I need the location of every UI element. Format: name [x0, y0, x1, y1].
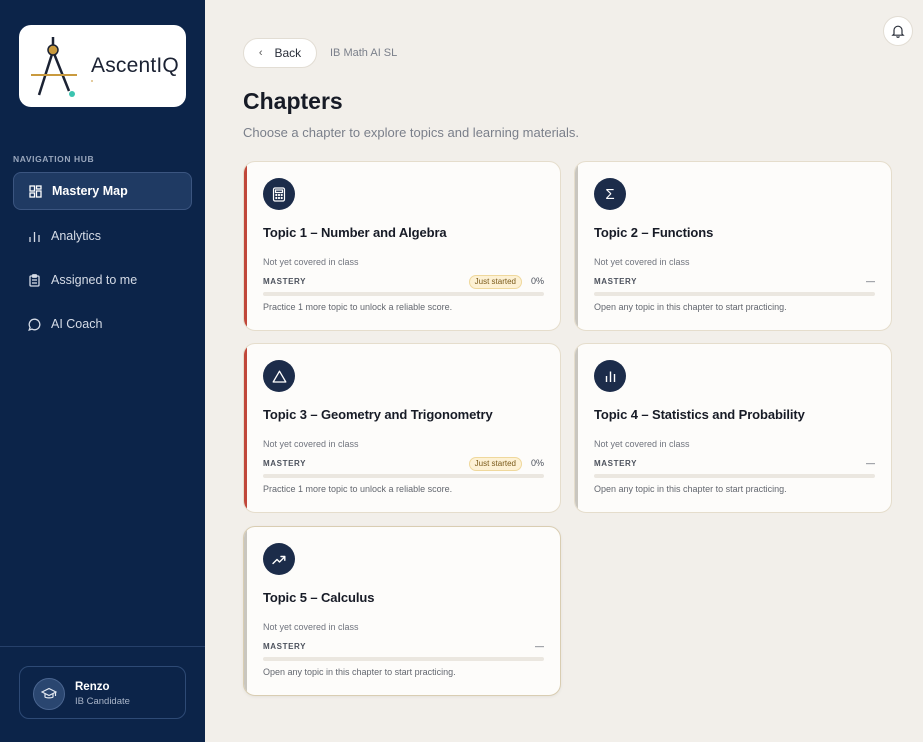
page-subtitle: Choose a chapter to explore topics and l…: [243, 125, 580, 140]
sidebar-item-label: Assigned to me: [51, 273, 138, 287]
chapter-title: Topic 5 – Calculus: [263, 590, 375, 605]
chapter-hint: Practice 1 more topic to unlock a reliab…: [263, 484, 453, 494]
clipboard-icon: [27, 273, 41, 287]
back-button[interactable]: ‹ Back: [243, 38, 317, 68]
card-accent: [575, 162, 578, 330]
grid-icon: [28, 184, 42, 198]
breadcrumb[interactable]: IB Math AI SL: [330, 47, 397, 59]
mastery-value: —: [866, 276, 875, 286]
user-role: IB Candidate: [75, 696, 130, 707]
status-badge: Just started: [468, 457, 522, 471]
card-accent: [244, 527, 247, 695]
chapter-card-topic-2[interactable]: Σ Topic 2 – Functions Not yet covered in…: [574, 161, 892, 331]
chapter-hint: Open any topic in this chapter to start …: [594, 484, 787, 494]
triangle-icon: [263, 360, 295, 392]
nav-section-label: NAVIGATION HUB: [13, 154, 95, 164]
mastery-progress-bar: [263, 474, 544, 478]
bar-chart-icon: [594, 360, 626, 392]
chapter-hint: Practice 1 more topic to unlock a reliab…: [263, 302, 453, 312]
sidebar-item-ai-coach[interactable]: AI Coach: [13, 305, 192, 343]
mastery-value: 0%: [530, 276, 544, 286]
mastery-progress-bar: [594, 474, 875, 478]
bar-chart-icon: [27, 229, 41, 243]
sidebar: AscentIQ NAVIGATION HUB Mastery Map Anal…: [0, 0, 205, 742]
card-accent: [244, 162, 247, 330]
mastery-label: MASTERY: [263, 459, 307, 468]
brand-name: AscentIQ: [91, 54, 179, 77]
chapter-title: Topic 4 – Statistics and Probability: [594, 407, 805, 422]
notifications-button[interactable]: [883, 16, 913, 46]
chapter-title: Topic 3 – Geometry and Trigonometry: [263, 407, 493, 422]
bell-icon: [891, 25, 905, 38]
brand-logo[interactable]: AscentIQ: [19, 25, 186, 107]
mastery-label: MASTERY: [263, 277, 307, 286]
mastery-progress-bar: [594, 292, 875, 296]
chapter-card-topic-4[interactable]: Topic 4 – Statistics and Probability Not…: [574, 343, 892, 513]
chapter-card-topic-5[interactable]: Topic 5 – Calculus Not yet covered in cl…: [243, 526, 561, 696]
sidebar-item-label: Analytics: [51, 229, 102, 243]
back-label: Back: [274, 46, 302, 60]
sidebar-item-mastery-map[interactable]: Mastery Map: [13, 172, 192, 210]
sidebar-item-label: Mastery Map: [52, 184, 128, 198]
calculator-icon: [263, 178, 295, 210]
user-name: Renzo: [75, 681, 110, 693]
page-title: Chapters: [243, 88, 343, 114]
mastery-progress-bar: [263, 292, 544, 296]
chapter-title: Topic 2 – Functions: [594, 225, 714, 240]
sidebar-item-analytics[interactable]: Analytics: [13, 217, 192, 255]
chapter-card-topic-3[interactable]: Topic 3 – Geometry and Trigonometry Not …: [243, 343, 561, 513]
chapter-status: Not yet covered in class: [263, 257, 359, 267]
mastery-value: —: [866, 458, 875, 468]
chapter-status: Not yet covered in class: [594, 257, 690, 267]
status-badge: Just started: [468, 275, 522, 289]
sidebar-item-assigned[interactable]: Assigned to me: [13, 261, 192, 299]
avatar: [33, 678, 65, 710]
sidebar-divider: [0, 646, 205, 647]
card-accent: [244, 344, 247, 512]
user-profile-card[interactable]: Renzo IB Candidate: [19, 666, 186, 719]
trend-up-icon: [263, 543, 295, 575]
chapter-status: Not yet covered in class: [263, 439, 359, 449]
chapter-title: Topic 1 – Number and Algebra: [263, 225, 447, 240]
mastery-label: MASTERY: [263, 642, 307, 651]
mastery-value: 0%: [530, 458, 544, 468]
mastery-progress-bar: [263, 657, 544, 661]
card-accent: [575, 344, 578, 512]
graduation-cap-icon: [41, 687, 57, 699]
sidebar-item-label: AI Coach: [51, 317, 103, 331]
mastery-label: MASTERY: [594, 459, 638, 468]
chapter-hint: Open any topic in this chapter to start …: [263, 667, 456, 677]
chat-bubble-icon: [27, 317, 41, 331]
chapter-status: Not yet covered in class: [594, 439, 690, 449]
chapter-status: Not yet covered in class: [263, 622, 359, 632]
chevron-left-icon: ‹: [258, 47, 263, 59]
chapter-card-topic-1[interactable]: Topic 1 – Number and Algebra Not yet cov…: [243, 161, 561, 331]
mastery-label: MASTERY: [594, 277, 638, 286]
sigma-icon: Σ: [594, 178, 626, 210]
compass-logo-icon: [31, 37, 93, 97]
mastery-value: —: [535, 641, 544, 651]
chapter-hint: Open any topic in this chapter to start …: [594, 302, 787, 312]
